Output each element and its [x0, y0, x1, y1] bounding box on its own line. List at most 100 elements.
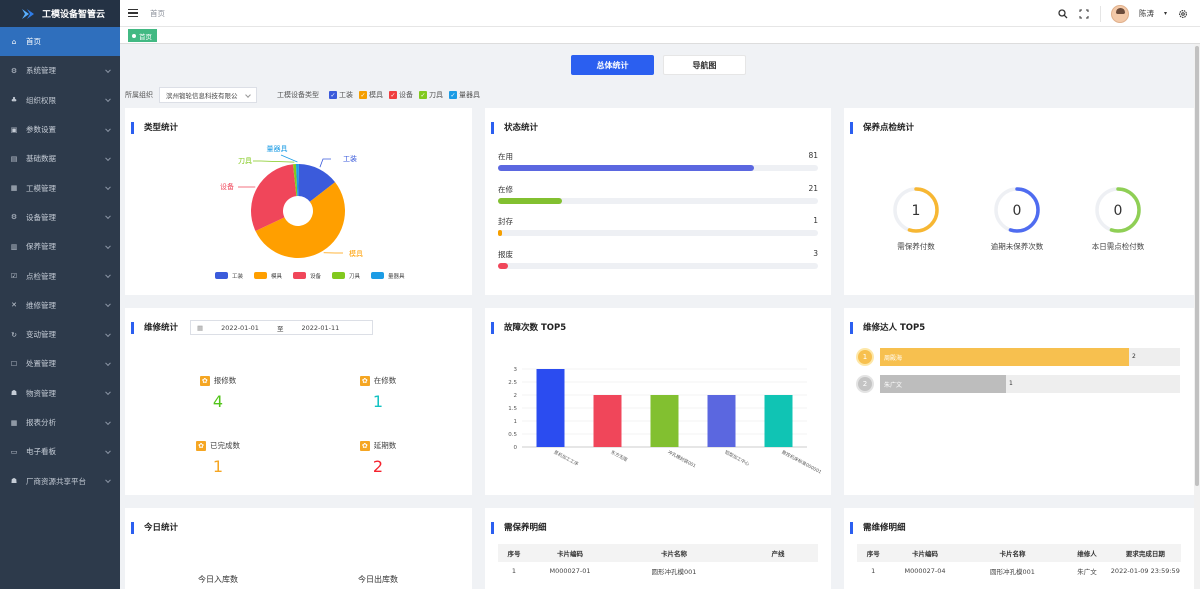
bar-0[interactable] — [536, 369, 565, 447]
brand[interactable]: 工模设备智管云 — [0, 0, 120, 27]
legend-label-2[interactable]: 设备 — [310, 272, 322, 280]
legend-swatch-0[interactable] — [215, 272, 228, 279]
table-row[interactable]: 1 M000027-01 圆形冲孔模001 — [498, 562, 818, 580]
page-scrollbar[interactable] — [1194, 44, 1200, 589]
params-icon: ▣ — [10, 125, 18, 134]
user-name[interactable]: 陈涛 — [1139, 8, 1154, 19]
status-progress-track — [498, 165, 818, 171]
sidebar-item-label: 厂商资源共享平台 — [26, 476, 86, 486]
chevron-down-icon — [105, 360, 111, 366]
pie-label-line-0 — [319, 158, 331, 168]
repairer-row: 1 周殿海 2 — [858, 348, 1180, 366]
type-checkbox-label: 模具 — [369, 91, 383, 99]
checkbox-check-icon: ✓ — [389, 91, 397, 99]
table-header-cell[interactable]: 卡片名称 — [961, 548, 1065, 558]
type-checkbox-3[interactable]: ✓ 刀具 — [419, 90, 443, 100]
sidebar-item-10[interactable]: ↻ 变动管理 — [0, 320, 120, 349]
sidebar-item-label: 保养管理 — [26, 242, 56, 252]
menu-toggle-icon[interactable] — [128, 9, 138, 17]
table-header-cell[interactable]: 要求完成日期 — [1110, 548, 1181, 558]
chevron-down-icon — [105, 418, 111, 425]
app-logo-icon — [22, 8, 34, 19]
inspect-icon: ☑ — [10, 272, 18, 281]
date-end[interactable]: 2022-01-11 — [301, 324, 339, 332]
repairer-row: 2 朱广文 1 — [858, 375, 1180, 393]
table-header-cell[interactable]: 卡片编码 — [889, 548, 960, 558]
sidebar-item-label: 参数设置 — [26, 125, 56, 135]
sidebar-item-7[interactable]: ▥ 保养管理 — [0, 232, 120, 261]
sidebar-item-14[interactable]: ▭ 电子看板 — [0, 437, 120, 466]
settings-gear-icon[interactable] — [1177, 8, 1188, 19]
legend-swatch-2[interactable] — [293, 272, 306, 279]
legend-label-4[interactable]: 量器具 — [388, 273, 405, 280]
breadcrumb[interactable]: 首页 — [150, 8, 165, 19]
sidebar-item-15[interactable]: ☗ 厂商资源共享平台 — [0, 466, 120, 495]
date-range-picker[interactable]: ▦ 2022-01-01 至 2022-01-11 — [190, 320, 373, 335]
date-separator: 至 — [276, 324, 284, 333]
legend-label-1[interactable]: 模具 — [271, 272, 283, 280]
sidebar-item-1[interactable]: ⚙ 系统管理 — [0, 56, 120, 85]
table-cell: 朱广文 — [1077, 568, 1097, 576]
legend-label-3[interactable]: 刀具 — [349, 273, 361, 280]
type-checkbox-0[interactable]: ✓ 工装 — [329, 90, 353, 100]
pie-slice-2[interactable] — [251, 164, 297, 232]
bar-1[interactable] — [593, 395, 622, 447]
chevron-down-icon — [105, 389, 111, 396]
sidebar-item-11[interactable]: ☐ 处置管理 — [0, 349, 120, 378]
table-header-cell[interactable]: 卡片编码 — [530, 548, 610, 558]
bar-2[interactable] — [650, 395, 679, 447]
repair-stat: ✿ 在修数 1 — [328, 375, 428, 411]
sidebar-item-0[interactable]: ⌂ 首页 — [0, 27, 120, 57]
tag-home[interactable]: 首页 — [128, 29, 157, 42]
sidebar-item-12[interactable]: ☗ 物资管理 — [0, 379, 120, 408]
sidebar-item-3[interactable]: ▣ 参数设置 — [0, 115, 120, 144]
ring-caption: 本日需点检付数 — [1091, 242, 1145, 251]
sidebar-item-2[interactable]: ♣ 组织权限 — [0, 86, 120, 115]
chevron-down-icon — [105, 448, 111, 454]
bar-3[interactable] — [707, 395, 736, 447]
repairer-bar-fill[interactable]: 周殿海 — [880, 348, 1129, 366]
tab-navigation-map[interactable]: 导航图 — [663, 55, 746, 75]
chevron-down-icon — [105, 125, 111, 132]
sidebar-item-13[interactable]: ▦ 报表分析 — [0, 408, 120, 437]
org-select[interactable]: 滨州锻轮信息科技有限公 — [159, 87, 257, 103]
sidebar-item-6[interactable]: ⚙ 设备管理 — [0, 203, 120, 232]
repairer-bar-fill[interactable]: 朱广文 — [880, 375, 1006, 393]
repairer-count: 1 — [1009, 380, 1013, 387]
pie-label-3: 刀具 — [238, 157, 252, 165]
table-row[interactable]: 1 M000027-04 圆形冲孔模001 朱广文 2022-01-09 23:59:5… — [857, 562, 1181, 580]
search-icon[interactable] — [1058, 8, 1069, 19]
header-divider — [1099, 5, 1101, 22]
chevron-down-icon — [105, 330, 111, 337]
sidebar-item-4[interactable]: ▤ 基础数据 — [0, 144, 120, 173]
tags-view: 首页 — [120, 27, 1200, 44]
table-header-cell[interactable]: 卡片名称 — [610, 548, 738, 558]
date-start[interactable]: 2022-01-01 — [221, 324, 259, 332]
repair-stat-header: ✿ 在修数 — [328, 375, 428, 386]
pie-label-line-4 — [280, 154, 298, 163]
table-header-cell[interactable]: 序号 — [857, 548, 889, 558]
table-header-cell[interactable]: 产线 — [738, 548, 818, 558]
table-header-cell[interactable]: 序号 — [498, 548, 530, 558]
sidebar-item-9[interactable]: ✕ 维修管理 — [0, 291, 120, 320]
type-checkbox-1[interactable]: ✓ 模具 — [359, 90, 383, 100]
legend-swatch-4[interactable] — [371, 272, 384, 279]
type-checkbox-4[interactable]: ✓ 量器具 — [449, 90, 480, 100]
sidebar-item-label: 组织权限 — [26, 95, 56, 105]
legend-swatch-3[interactable] — [332, 272, 345, 279]
avatar[interactable] — [1110, 4, 1129, 23]
dispose-icon: ☐ — [10, 359, 18, 368]
legend-swatch-1[interactable] — [254, 272, 267, 279]
sidebar-item-8[interactable]: ☑ 点检管理 — [0, 261, 120, 290]
caret-down-icon[interactable]: ▾ — [1164, 10, 1167, 17]
table-header-cell[interactable]: 维修人 — [1064, 548, 1109, 558]
legend-label-0[interactable]: 工装 — [232, 272, 244, 280]
type-checkbox-label: 设备 — [399, 91, 413, 99]
status-progress-fill — [498, 197, 562, 204]
fullscreen-icon[interactable] — [1079, 8, 1090, 19]
status-progress-track — [498, 197, 818, 204]
bar-4[interactable] — [764, 395, 793, 447]
tab-overall-stats[interactable]: 总体统计 — [571, 55, 654, 75]
sidebar-item-5[interactable]: ▦ 工模管理 — [0, 173, 120, 202]
type-checkbox-2[interactable]: ✓ 设备 — [389, 90, 413, 100]
